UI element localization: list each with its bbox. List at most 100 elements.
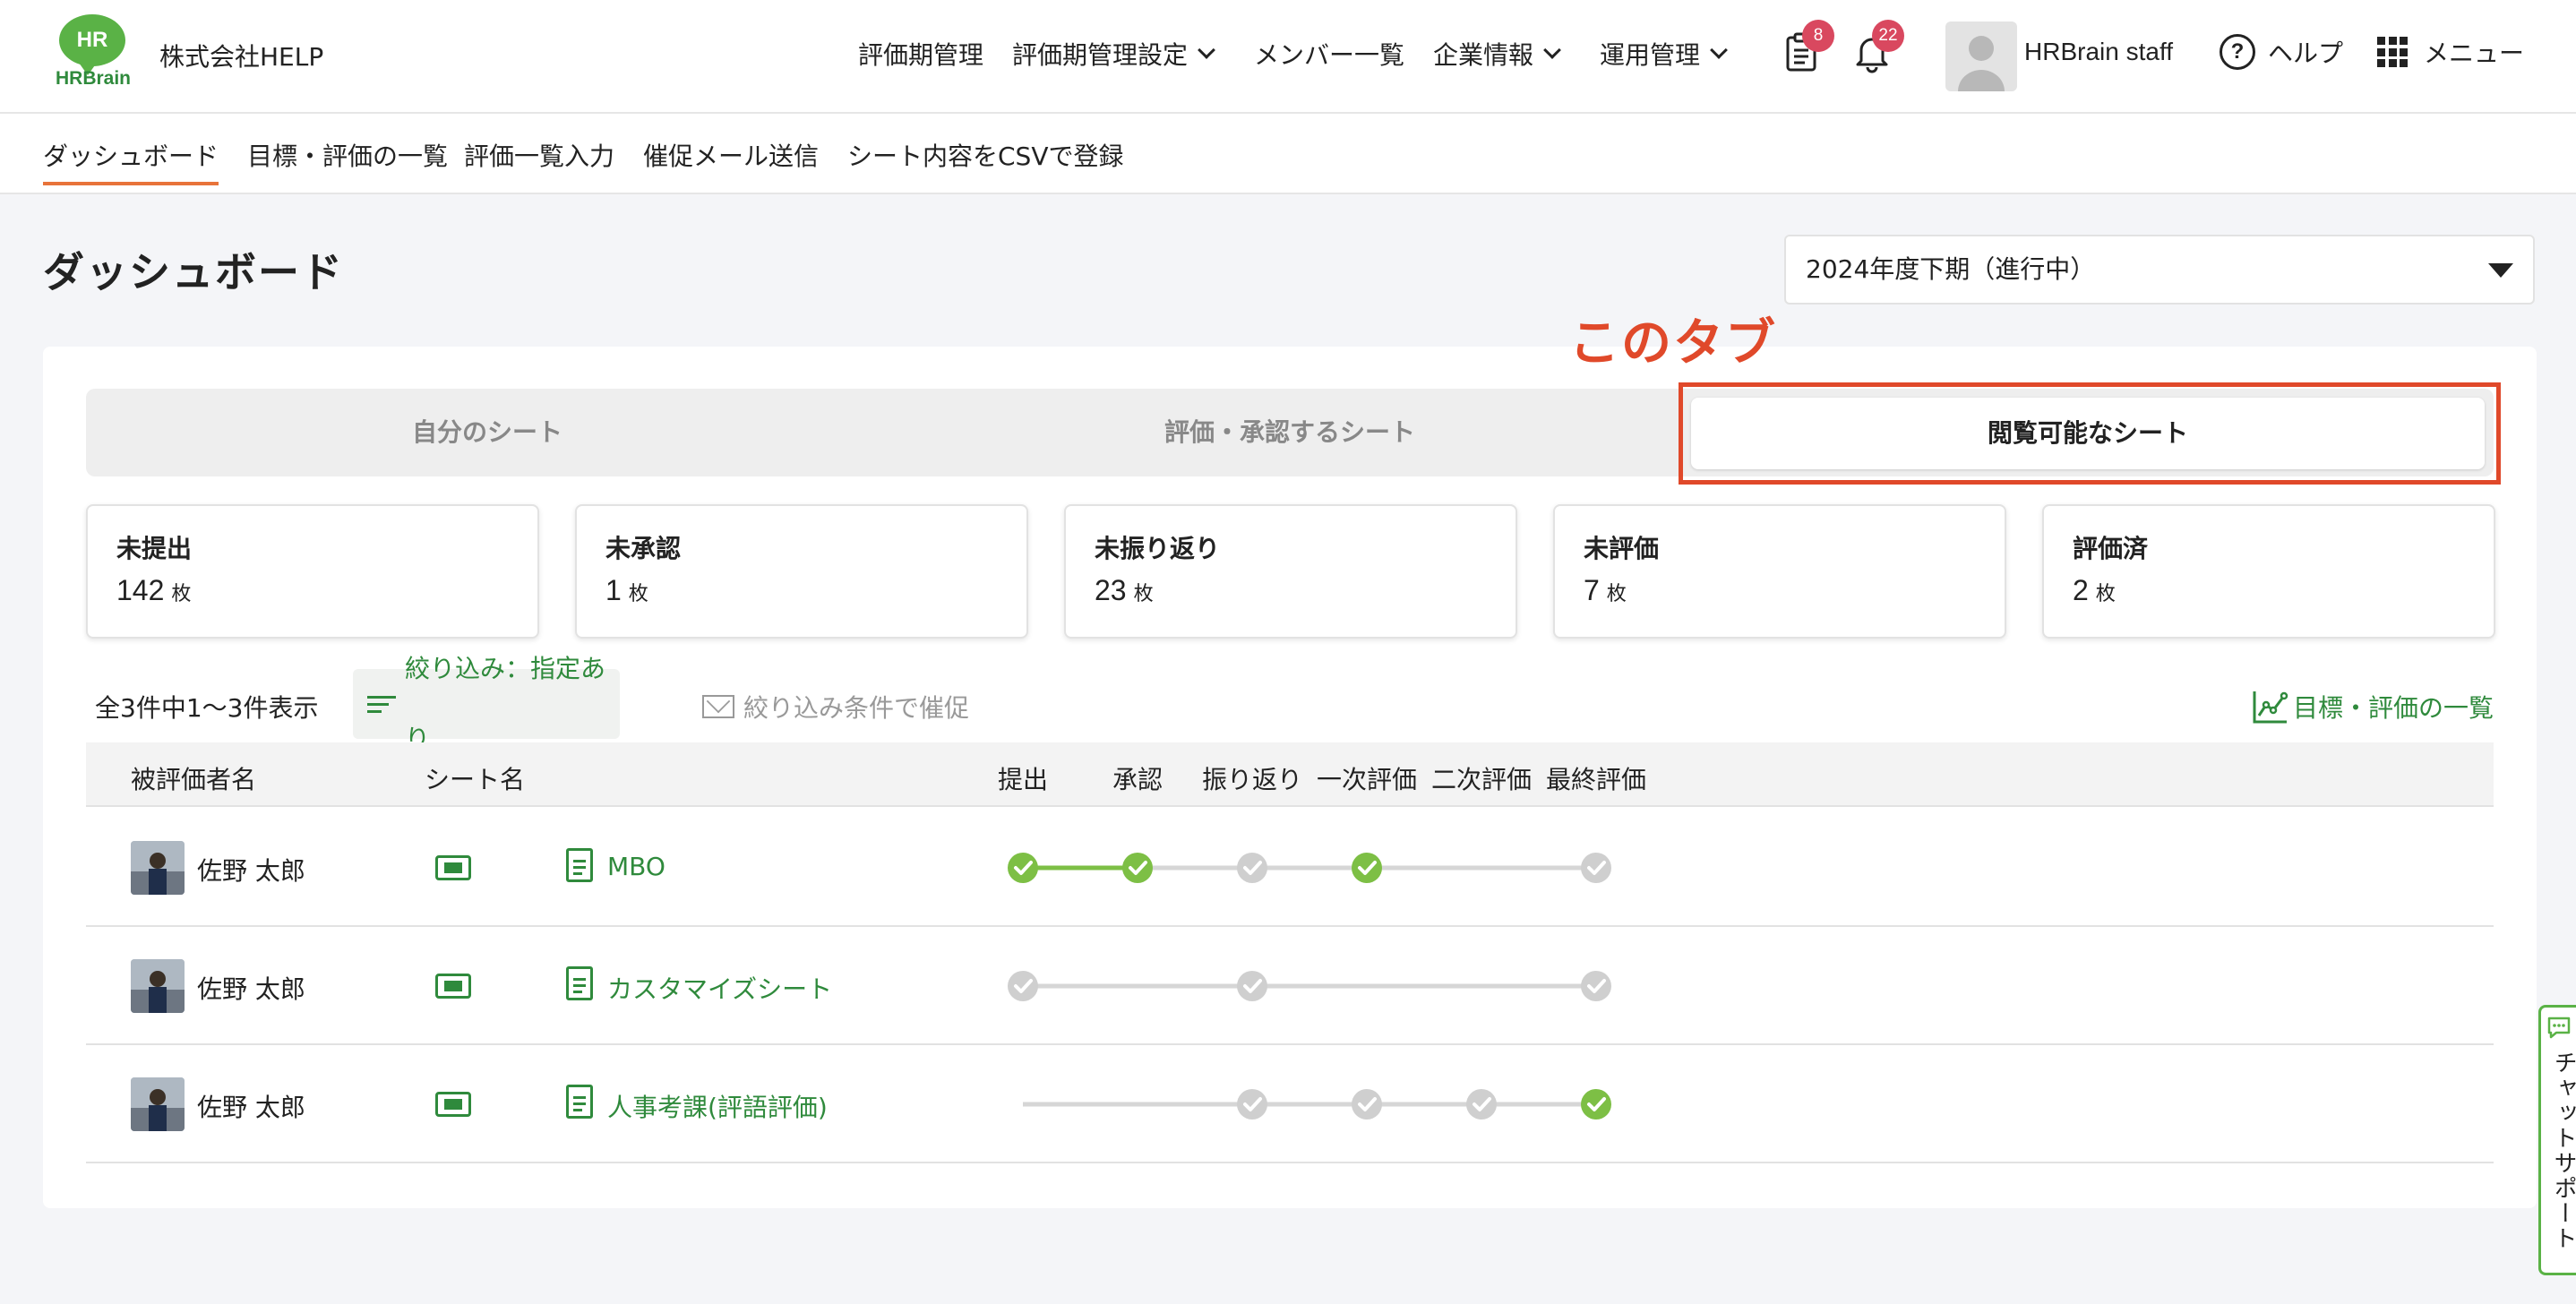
step-pending-check-icon: [1237, 971, 1267, 1001]
document-icon: [566, 1085, 593, 1119]
stat-not-submitted[interactable]: 未提出 142 枚: [86, 504, 539, 639]
subnav-bulk-evaluation-input[interactable]: 評価一覧入力: [464, 137, 614, 182]
column-step-reflection: 振り返り: [1201, 765, 1302, 794]
avatar: [131, 841, 185, 895]
step-pending-check-icon: [1237, 853, 1267, 883]
stat-unit: 枚: [171, 582, 192, 605]
stat-evaluated[interactable]: 評価済 2枚: [2042, 504, 2495, 639]
evaluatee-name: 佐野 太郎: [197, 856, 305, 886]
sheet-name-link[interactable]: 人事考課(評語評価): [607, 1088, 828, 1124]
tasks-badge: 8: [1802, 20, 1834, 52]
stat-unit: 枚: [1133, 582, 1154, 605]
chevron-down-icon: [1198, 41, 1215, 59]
sheet-name-link[interactable]: カスタマイズシート: [607, 970, 832, 1006]
nav-label: 評価期管理: [858, 40, 984, 70]
evaluatee-name: 佐野 太郎: [197, 1093, 305, 1122]
tab-viewable-sheets[interactable]: 閲覧可能なシート: [1691, 398, 2485, 469]
nav-evaluation-period[interactable]: 評価期管理: [858, 36, 983, 72]
evaluatee-name: 佐野 太郎: [197, 974, 305, 1004]
subnav-goal-evaluation-list[interactable]: 目標・評価の一覧: [247, 137, 448, 182]
column-step-second-eval: 二次評価: [1430, 765, 1532, 794]
nav-evaluation-settings[interactable]: 評価期管理設定: [1012, 36, 1215, 72]
step-done-check-icon: [1122, 853, 1153, 883]
progress-tracker: [1008, 853, 1611, 883]
notifications-button[interactable]: 22: [1854, 20, 1904, 77]
column-step-approve: 承認: [1112, 765, 1163, 794]
subnav-csv-import[interactable]: シート内容をCSVで登録: [847, 137, 1123, 182]
stat-label: 未提出: [116, 534, 193, 563]
period-selected-value: 2024年度下期（進行中）: [1806, 254, 2096, 284]
subnav-reminder-mail[interactable]: 催促メール送信: [643, 137, 819, 182]
tasks-button[interactable]: 8: [1784, 20, 1834, 77]
chat-support-label: チャットサポート: [2550, 1051, 2576, 1251]
help-label: ヘルプ: [2268, 39, 2344, 68]
stat-label: 未承認: [605, 534, 682, 563]
nav-company-info[interactable]: 企業情報: [1433, 36, 1561, 72]
step-pending-check-icon: [1581, 853, 1611, 883]
avatar: [131, 959, 185, 1013]
step-pending-check-icon: [1008, 971, 1038, 1001]
remind-label: 絞り込み条件で催促: [743, 693, 970, 723]
nav-member-list[interactable]: メンバー一覧: [1254, 36, 1404, 72]
table-row[interactable]: 佐野 太郎 カスタマイズシート: [86, 927, 2494, 1045]
notifications-badge: 22: [1872, 20, 1904, 52]
step-done-check-icon: [1581, 1089, 1611, 1120]
step-pending-check-icon: [1237, 1089, 1267, 1120]
sheet-preview-icon[interactable]: [435, 974, 471, 999]
table-row[interactable]: 佐野 太郎 人事考課(評語評価): [86, 1045, 2494, 1163]
sheet-name-link[interactable]: MBO: [607, 852, 665, 881]
document-icon: [566, 966, 593, 1000]
step-pending-check-icon: [1352, 1089, 1382, 1120]
grid-menu-icon: [2377, 37, 2408, 67]
annotation-label: このタブ: [1569, 314, 1777, 373]
remind-by-filter-button[interactable]: 絞り込み条件で催促: [702, 689, 969, 725]
stat-not-approved[interactable]: 未承認 1枚: [575, 504, 1028, 639]
question-icon: ?: [2220, 34, 2255, 70]
company-name: 株式会社HELP: [159, 42, 324, 72]
page-title: ダッシュボード: [43, 248, 344, 296]
help-button[interactable]: ? ヘルプ: [2220, 34, 2343, 70]
sheet-preview-icon[interactable]: [435, 855, 471, 880]
goal-evaluation-list-link[interactable]: 目標・評価の一覧: [2252, 689, 2494, 725]
sheet-preview-icon[interactable]: [435, 1092, 471, 1117]
dashboard-card: 自分のシート 評価・承認するシート 閲覧可能なシート 未提出 142 枚 未承認 …: [43, 347, 2537, 1208]
menu-button[interactable]: メニュー: [2377, 34, 2524, 70]
stat-value: 7: [1584, 574, 1600, 606]
stat-unit: 枚: [628, 582, 648, 605]
stat-unit: 枚: [2095, 582, 2116, 605]
nav-label: 評価期管理設定: [1012, 40, 1189, 70]
user-avatar[interactable]: [1945, 21, 2017, 91]
stat-not-reflected[interactable]: 未振り返り 23 枚: [1064, 504, 1517, 639]
logo-bubble: HR: [59, 14, 125, 75]
nav-label: メンバー一覧: [1254, 40, 1405, 70]
nav-label: 運用管理: [1600, 40, 1701, 70]
period-select[interactable]: 2024年度下期（進行中）: [1784, 235, 2535, 305]
goal-evaluation-list-label: 目標・評価の一覧: [2292, 693, 2494, 723]
chat-support-tab[interactable]: チャットサポート: [2538, 1005, 2576, 1275]
column-step-submit: 提出: [997, 765, 1048, 794]
logo-word: HRBrain: [55, 68, 131, 89]
step-pending-check-icon: [1466, 1089, 1497, 1120]
filter-button[interactable]: 絞り込み：指定あり: [353, 654, 620, 753]
tab-my-sheets[interactable]: 自分のシート: [86, 389, 889, 476]
result-count: 全3件中1〜3件表示: [95, 693, 319, 723]
tab-review-approve-sheets[interactable]: 評価・承認するシート: [889, 389, 1691, 476]
user-name[interactable]: HRBrain staff: [2024, 38, 2173, 66]
column-step-first-eval: 一次評価: [1316, 765, 1417, 794]
stat-value: 2: [2073, 574, 2089, 606]
table-row[interactable]: 佐野 太郎 MBO: [86, 809, 2494, 927]
filter-icon: [367, 691, 396, 717]
progress-tracker: [1023, 1089, 1611, 1120]
subnav-dashboard[interactable]: ダッシュボード: [43, 137, 219, 185]
chevron-down-icon: [1543, 41, 1561, 59]
nav-operations[interactable]: 運用管理: [1600, 36, 1728, 72]
person-icon: [1958, 36, 2005, 91]
stat-not-evaluated[interactable]: 未評価 7枚: [1553, 504, 2006, 639]
hrbrain-logo[interactable]: HR HRBrain: [52, 14, 134, 89]
column-evaluatee: 被評価者名: [131, 765, 257, 794]
line-chart-icon: [2253, 691, 2288, 724]
stat-value: 1: [605, 574, 622, 606]
document-icon: [566, 848, 593, 882]
column-sheet-name: シート名: [425, 765, 526, 794]
stat-value: 23: [1095, 574, 1127, 606]
